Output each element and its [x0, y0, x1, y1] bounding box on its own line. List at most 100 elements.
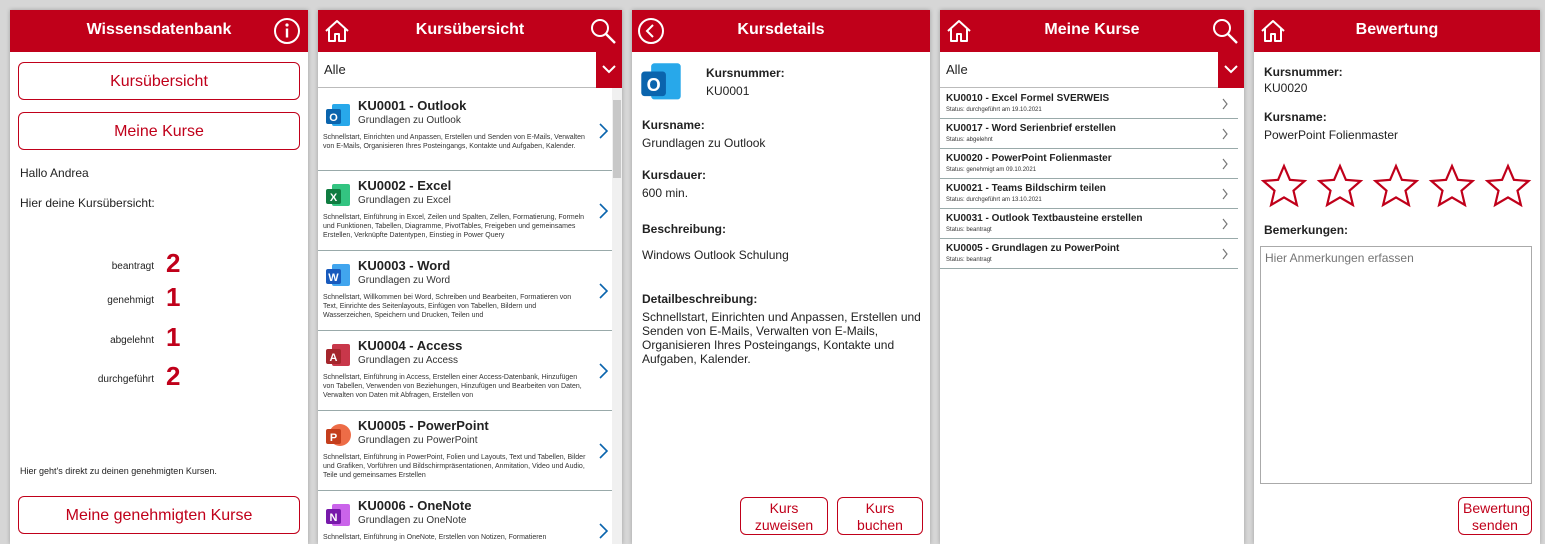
bewertung-senden-button[interactable]: Bewertung senden: [1458, 497, 1532, 535]
chevron-right-icon[interactable]: [1220, 215, 1230, 233]
course-description: Schnellstart, Einführung in OneNote, Ers…: [323, 534, 547, 541]
meine-kurse-button[interactable]: Meine Kurse: [18, 112, 300, 150]
stat-label-genehmigt: genehmigt: [107, 295, 154, 306]
info-icon[interactable]: [272, 16, 302, 46]
chevron-down-icon[interactable]: [596, 52, 622, 88]
course-card-powerpoint[interactable]: P KU0005 - PowerPoint Grundlagen zu Powe…: [318, 412, 616, 491]
beschreibung-value: Windows Outlook Schulung: [642, 248, 789, 262]
remarks-input[interactable]: [1260, 246, 1532, 484]
my-course-title: KU0031 - Outlook Textbausteine erstellen: [946, 213, 1143, 224]
svg-text:W: W: [328, 272, 339, 284]
star-rating[interactable]: [1260, 162, 1536, 212]
stat-value-durchgefuehrt: 2: [166, 361, 181, 391]
my-course-row[interactable]: KU0020 - PowerPoint Folienmaster Status:…: [940, 150, 1238, 179]
chevron-right-icon[interactable]: [1220, 155, 1230, 173]
course-card-excel[interactable]: X KU0002 - Excel Grundlagen zu Excel Sch…: [318, 172, 616, 251]
course-subtitle: Grundlagen zu Excel: [358, 195, 451, 206]
course-subtitle: Grundlagen zu Word: [358, 275, 451, 286]
my-course-row[interactable]: KU0017 - Word Serienbrief erstellen Stat…: [940, 120, 1238, 149]
course-title: KU0006 - OneNote: [358, 498, 472, 513]
header-bar: Kursdetails: [632, 10, 930, 52]
my-course-status: Status: durchgeführt am 13.10.2021: [946, 197, 1042, 203]
course-description: Schnellstart, Einführung in Excel, Zeile…: [323, 214, 585, 239]
panel-bewertung: Bewertung Kursnummer: KU0020 Kursname: P…: [1254, 10, 1540, 544]
svg-text:X: X: [330, 192, 338, 204]
chevron-right-icon[interactable]: [1220, 95, 1230, 113]
course-card-outlook[interactable]: O KU0001 - Outlook Grundlagen zu Outlook…: [318, 92, 616, 171]
chevron-down-icon[interactable]: [1218, 52, 1244, 88]
chevron-right-icon[interactable]: [596, 121, 610, 141]
chevron-right-icon[interactable]: [596, 521, 610, 541]
panel-meine-kurse: Meine Kurse Alle KU0010 - Excel Formel S…: [940, 10, 1244, 544]
my-course-title: KU0017 - Word Serienbrief erstellen: [946, 123, 1116, 134]
svg-text:O: O: [329, 112, 338, 124]
filter-value: Alle: [324, 62, 346, 77]
course-description: Schnellstart, Einführung in PowerPoint, …: [323, 454, 586, 479]
scrollbar-thumb[interactable]: [613, 100, 621, 178]
course-card-access[interactable]: A KU0004 - Access Grundlagen zu Access S…: [318, 332, 616, 411]
chevron-right-icon[interactable]: [596, 281, 610, 301]
page-title: Wissensdatenbank: [86, 21, 232, 38]
my-course-row[interactable]: KU0010 - Excel Formel SVERWEIS Status: d…: [940, 90, 1238, 119]
my-course-title: KU0020 - PowerPoint Folienmaster: [946, 153, 1112, 164]
kurs-buchen-button[interactable]: Kurs buchen: [837, 497, 923, 535]
my-course-row[interactable]: KU0005 - Grundlagen zu PowerPoint Status…: [940, 240, 1238, 269]
kursuebersicht-button[interactable]: Kursübersicht: [18, 62, 300, 100]
course-subtitle: Grundlagen zu PowerPoint: [358, 435, 478, 446]
chevron-right-icon[interactable]: [596, 361, 610, 381]
search-icon[interactable]: [588, 16, 618, 46]
star-icon[interactable]: [1484, 162, 1532, 210]
meine-genehmigten-kurse-button[interactable]: Meine genehmigten Kurse: [18, 496, 300, 534]
bemerkungen-label: Bemerkungen:: [1264, 223, 1349, 237]
kurs-zuweisen-button[interactable]: Kurs zuweisen: [740, 497, 828, 535]
outlook-icon: O: [324, 102, 352, 130]
filter-value: Alle: [946, 62, 968, 77]
header-bar: Meine Kurse: [940, 10, 1244, 52]
my-course-row[interactable]: KU0021 - Teams Bildschirm teilen Status:…: [940, 180, 1238, 209]
filter-dropdown[interactable]: Alle: [318, 52, 622, 88]
chevron-right-icon[interactable]: [1220, 245, 1230, 263]
scrollbar[interactable]: [612, 88, 622, 544]
course-subtitle: Grundlagen zu Outlook: [358, 115, 461, 126]
course-title: KU0002 - Excel: [358, 178, 452, 193]
course-title: KU0004 - Access: [358, 338, 463, 353]
course-card-word[interactable]: W KU0003 - Word Grundlagen zu Word Schne…: [318, 252, 616, 331]
my-course-title: KU0005 - Grundlagen zu PowerPoint: [946, 243, 1120, 254]
header-bar: Wissensdatenbank: [10, 10, 308, 52]
header-bar: Bewertung: [1254, 10, 1540, 52]
kursdauer-value: 600 min.: [642, 186, 689, 200]
star-icon[interactable]: [1316, 162, 1364, 210]
filter-dropdown[interactable]: Alle: [940, 52, 1244, 88]
access-icon: A: [324, 342, 352, 370]
kursdauer-label: Kursdauer:: [642, 168, 707, 182]
detailbeschreibung-label: Detailbeschreibung:: [642, 292, 758, 306]
stat-label-beantragt: beantragt: [111, 261, 154, 272]
course-card-onenote[interactable]: N KU0006 - OneNote Grundlagen zu OneNote…: [318, 492, 616, 544]
kursname-value: Grundlagen zu Outlook: [642, 136, 766, 150]
star-icon[interactable]: [1372, 162, 1420, 210]
course-title: KU0003 - Word: [358, 258, 451, 273]
powerpoint-icon: P: [324, 422, 352, 450]
svg-text:N: N: [330, 512, 338, 524]
svg-text:P: P: [330, 432, 337, 444]
panel-kursuebersicht: Kursübersicht Alle O KU0001 - Outlook Gr…: [318, 10, 622, 544]
search-icon[interactable]: [1210, 16, 1240, 46]
kursnummer-value: KU0020: [1264, 81, 1308, 95]
svg-text:O: O: [647, 75, 661, 95]
stat-value-genehmigt: 1: [166, 282, 181, 312]
chevron-right-icon[interactable]: [596, 441, 610, 461]
chevron-right-icon[interactable]: [1220, 185, 1230, 203]
svg-text:A: A: [330, 352, 338, 364]
star-icon[interactable]: [1428, 162, 1476, 210]
course-description: Schnellstart, Willkommen bei Word, Schre…: [323, 294, 572, 319]
chevron-right-icon[interactable]: [1220, 125, 1230, 143]
kursnummer-label: Kursnummer:: [1264, 65, 1343, 79]
page-title: Kursübersicht: [415, 21, 525, 38]
chevron-right-icon[interactable]: [596, 201, 610, 221]
kursnummer-value: KU0001: [706, 84, 750, 98]
my-course-row[interactable]: KU0031 - Outlook Textbausteine erstellen…: [940, 210, 1238, 239]
kursnummer-label: Kursnummer:: [706, 66, 785, 80]
my-course-status: Status: genehmigt am 09.10.2021: [946, 167, 1037, 173]
star-icon[interactable]: [1260, 162, 1308, 210]
course-description: Schnellstart, Einrichten und Anpassen, E…: [323, 134, 585, 150]
